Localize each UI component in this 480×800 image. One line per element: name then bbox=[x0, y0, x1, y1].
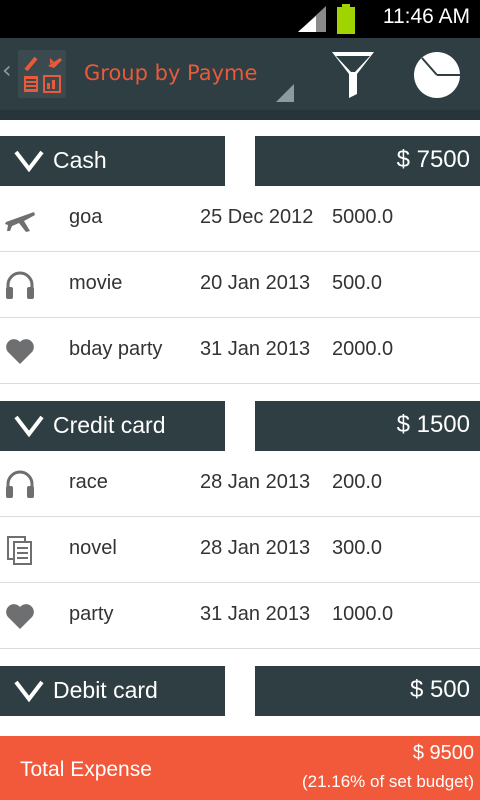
list-item[interactable]: goa 25 Dec 2012 5000.0 bbox=[0, 186, 480, 252]
list-item[interactable]: party 31 Jan 2013 1000.0 bbox=[0, 583, 480, 649]
expense-name: goa bbox=[69, 206, 103, 228]
group-name: Cash bbox=[53, 147, 107, 173]
group-total-box: $ 1500 bbox=[255, 401, 480, 451]
group-header-debit-card[interactable]: Debit card $ 500 bbox=[0, 666, 480, 716]
expense-date: 25 Dec 2012 bbox=[200, 206, 314, 228]
expense-name: bday party bbox=[69, 338, 163, 360]
app-logo-icon[interactable] bbox=[18, 50, 66, 98]
heart-icon bbox=[6, 339, 34, 364]
group-by-spinner[interactable]: Group by Payme bbox=[84, 61, 264, 85]
group-title-box[interactable]: Credit card bbox=[0, 401, 225, 451]
documents-icon bbox=[7, 536, 32, 565]
expense-date: 20 Jan 2013 bbox=[200, 272, 311, 294]
list-item[interactable]: race 28 Jan 2013 200.0 bbox=[0, 451, 480, 517]
total-expense-bar: Total Expense $ 9500 (21.16% of set budg… bbox=[0, 736, 480, 800]
up-caret-icon[interactable]: ‹ bbox=[2, 56, 12, 84]
expense-date: 31 Jan 2013 bbox=[200, 338, 311, 360]
group-total: $ 7500 bbox=[396, 146, 470, 173]
expense-date: 28 Jan 2013 bbox=[200, 471, 311, 493]
signal-icon bbox=[298, 6, 326, 32]
expense-logo-icon bbox=[24, 56, 62, 93]
total-expense-label: Total Expense bbox=[20, 758, 152, 781]
headphones-icon bbox=[6, 470, 34, 498]
action-bar-shadow bbox=[0, 110, 480, 120]
headphones-icon bbox=[6, 271, 34, 299]
status-bar: 11:46 AM bbox=[0, 0, 480, 38]
expense-amount: 500.0 bbox=[332, 272, 383, 294]
expense-amount: 300.0 bbox=[332, 537, 383, 559]
expense-amount: 200.0 bbox=[332, 471, 383, 493]
spinner-arrow-icon[interactable] bbox=[276, 84, 294, 102]
action-bar: ‹ Group by Payme bbox=[0, 38, 480, 110]
expense-name: party bbox=[69, 603, 114, 625]
group-total: $ 500 bbox=[409, 676, 470, 703]
expense-name: movie bbox=[69, 272, 123, 294]
group-total-box: $ 7500 bbox=[255, 136, 480, 186]
airplane-icon bbox=[5, 212, 35, 232]
list-item[interactable]: movie 20 Jan 2013 500.0 bbox=[0, 252, 480, 318]
total-expense-amount: $ 9500 bbox=[412, 742, 474, 764]
status-time: 11:46 AM bbox=[382, 5, 470, 28]
group-total: $ 1500 bbox=[396, 411, 470, 438]
group-title-box[interactable]: Debit card bbox=[0, 666, 225, 716]
chevron-down-icon[interactable] bbox=[14, 680, 44, 702]
expense-date: 31 Jan 2013 bbox=[200, 603, 311, 625]
expense-name: race bbox=[69, 471, 108, 493]
list-item[interactable]: novel 28 Jan 2013 300.0 bbox=[0, 517, 480, 583]
expense-date: 28 Jan 2013 bbox=[200, 537, 311, 559]
expense-amount: 1000.0 bbox=[332, 603, 394, 625]
list-item[interactable]: bday party 31 Jan 2013 2000.0 bbox=[0, 318, 480, 384]
expense-amount: 2000.0 bbox=[332, 338, 394, 360]
group-total-box: $ 500 bbox=[255, 666, 480, 716]
pie-chart-icon[interactable] bbox=[412, 50, 462, 100]
chevron-down-icon[interactable] bbox=[14, 415, 44, 437]
expense-name: novel bbox=[69, 537, 117, 559]
group-name: Debit card bbox=[53, 677, 158, 703]
group-header-credit-card[interactable]: Credit card $ 1500 bbox=[0, 401, 480, 451]
chevron-down-icon[interactable] bbox=[14, 150, 44, 172]
filter-icon[interactable] bbox=[330, 48, 376, 100]
expense-amount: 5000.0 bbox=[332, 206, 394, 228]
group-header-cash[interactable]: Cash $ 7500 bbox=[0, 136, 480, 186]
group-title-box[interactable]: Cash bbox=[0, 136, 225, 186]
budget-percent: (21.16% of set budget) bbox=[301, 772, 474, 791]
heart-icon bbox=[6, 604, 34, 629]
battery-icon bbox=[337, 4, 355, 34]
group-name: Credit card bbox=[53, 412, 166, 438]
